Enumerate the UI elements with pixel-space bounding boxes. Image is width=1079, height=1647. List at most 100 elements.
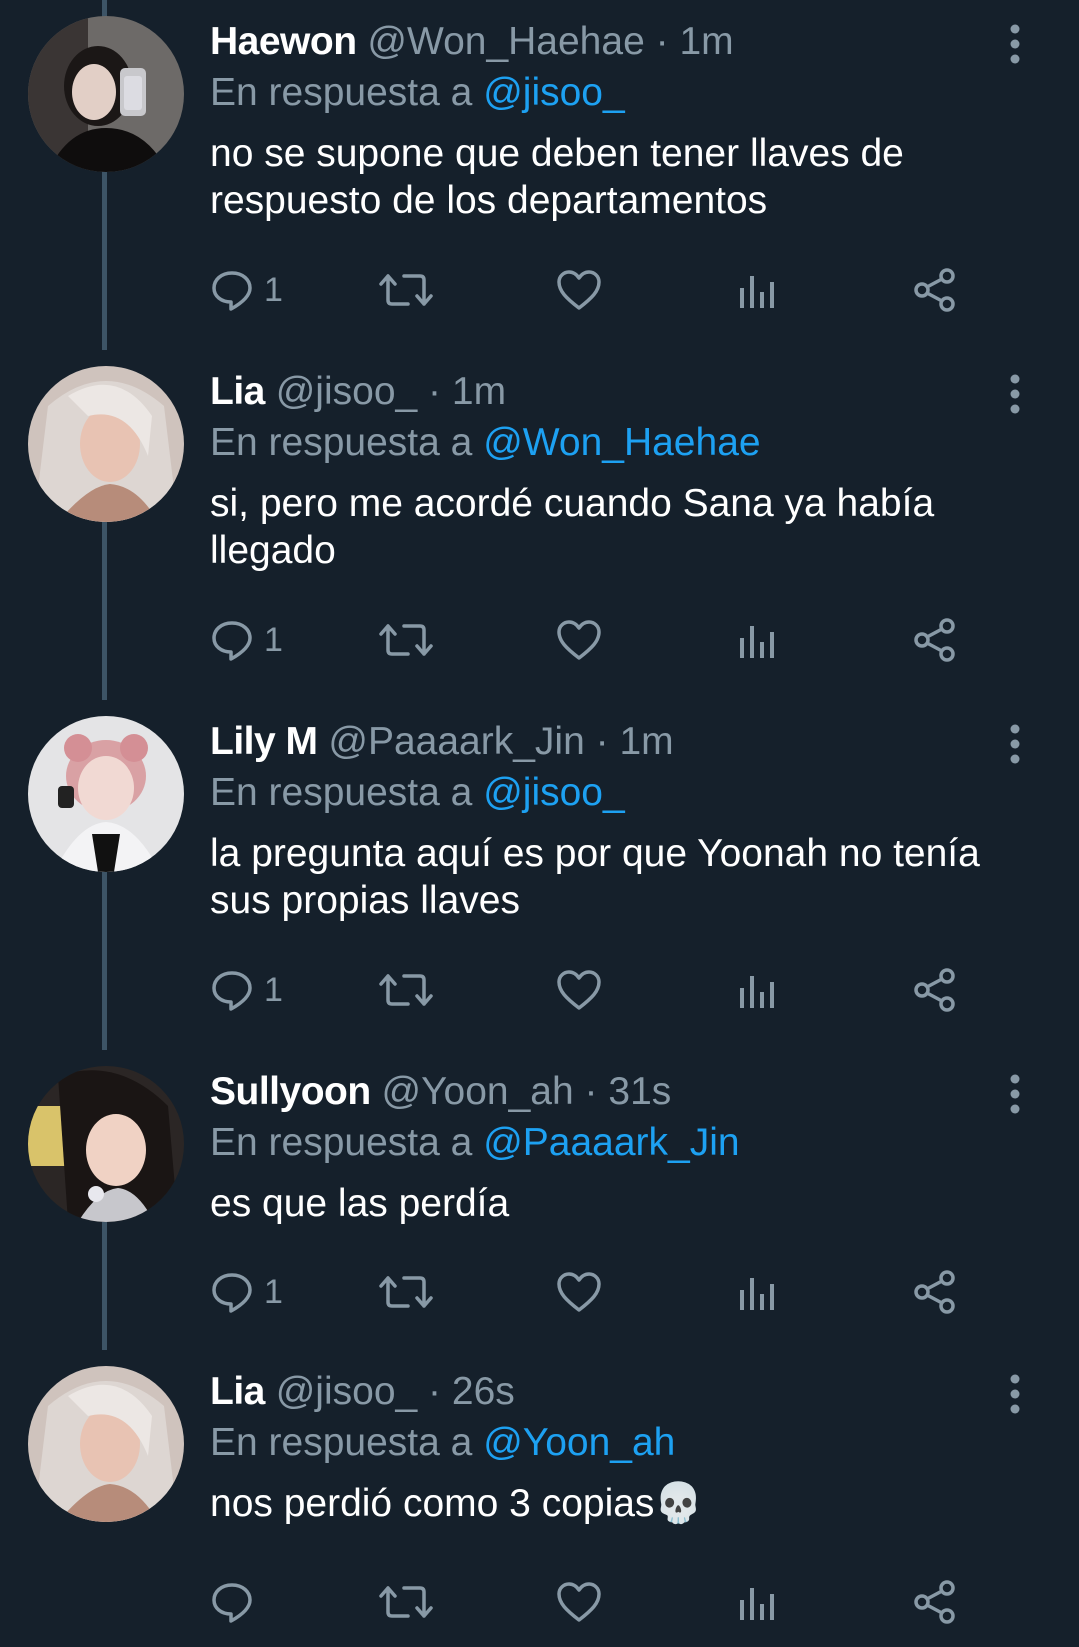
more-options-icon[interactable] — [1000, 22, 1030, 66]
timestamp[interactable]: 1m — [452, 370, 506, 413]
reply-context: En respuesta a @Yoon_ah — [210, 1418, 675, 1468]
reply-mention-link[interactable]: @Won_Haehae — [483, 421, 760, 464]
like-icon — [556, 1270, 602, 1314]
reply-prefix: En respuesta a — [210, 71, 473, 114]
display-name[interactable]: Lily M — [210, 720, 318, 763]
timestamp[interactable]: 1m — [619, 720, 673, 763]
reply-button[interactable] — [210, 1574, 264, 1630]
avatar[interactable] — [28, 1066, 184, 1222]
reply-mention-link[interactable]: @jisoo_ — [483, 71, 625, 114]
share-icon — [912, 268, 958, 312]
reply-context: En respuesta a @Won_Haehae — [210, 418, 761, 468]
reply-mention-link[interactable]: @jisoo_ — [483, 771, 625, 814]
retweet-button[interactable] — [378, 1574, 434, 1630]
display-name[interactable]: Sullyoon — [210, 1070, 371, 1113]
avatar-photo-icon — [28, 366, 184, 522]
retweet-button[interactable] — [378, 1264, 434, 1320]
reply-context: En respuesta a @Paaaark_Jin — [210, 1118, 740, 1168]
like-button[interactable] — [556, 612, 602, 668]
timestamp[interactable]: 1m — [679, 20, 733, 63]
user-handle[interactable]: @Paaaark_Jin — [328, 720, 584, 763]
display-name[interactable]: Haewon — [210, 20, 357, 63]
share-button[interactable] — [912, 1574, 958, 1630]
share-button[interactable] — [912, 612, 958, 668]
user-handle[interactable]: @Won_Haehae — [367, 20, 644, 63]
tweet-actions: 1 — [210, 1264, 1010, 1320]
share-button[interactable] — [912, 962, 958, 1018]
reply-prefix: En respuesta a — [210, 771, 473, 814]
retweet-button[interactable] — [378, 262, 434, 318]
tweet-header: Lia @jisoo_ · 1m — [210, 368, 506, 416]
separator-dot: · — [595, 720, 609, 763]
tweet[interactable]: Sullyoon @Yoon_ah · 31s En respuesta a @… — [0, 1050, 1079, 1400]
reply-prefix: En respuesta a — [210, 1121, 473, 1164]
separator-dot: · — [428, 370, 442, 413]
reply-count: 1 — [264, 1272, 283, 1311]
reply-mention-link[interactable]: @Yoon_ah — [483, 1421, 675, 1464]
reply-count: 1 — [264, 620, 283, 659]
analytics-button[interactable] — [738, 612, 778, 668]
analytics-button[interactable] — [738, 962, 778, 1018]
reply-button[interactable]: 1 — [210, 1264, 283, 1320]
retweet-button[interactable] — [378, 962, 434, 1018]
like-icon — [556, 618, 602, 662]
tweet-header: Lily M @Paaaark_Jin · 1m — [210, 718, 674, 766]
analytics-button[interactable] — [738, 1264, 778, 1320]
tweet-text: si, pero me acordé cuando Sana ya había … — [210, 482, 935, 572]
tweet-actions: 1 — [210, 962, 1010, 1018]
share-icon — [912, 1580, 958, 1624]
avatar[interactable] — [28, 366, 184, 522]
retweet-icon — [378, 618, 434, 662]
separator-dot: · — [655, 20, 669, 63]
avatar[interactable] — [28, 1366, 184, 1522]
retweet-button[interactable] — [378, 612, 434, 668]
reply-context: En respuesta a @jisoo_ — [210, 768, 625, 818]
timestamp[interactable]: 31s — [608, 1070, 671, 1113]
share-icon — [912, 1270, 958, 1314]
share-button[interactable] — [912, 1264, 958, 1320]
user-handle[interactable]: @jisoo_ — [276, 1370, 418, 1413]
user-handle[interactable]: @Yoon_ah — [382, 1070, 574, 1113]
tweet-actions — [210, 1574, 1010, 1630]
reply-button[interactable]: 1 — [210, 262, 283, 318]
avatar[interactable] — [28, 716, 184, 872]
display-name[interactable]: Lia — [210, 370, 265, 413]
tweet[interactable]: Haewon @Won_Haehae · 1m En respuesta a @… — [0, 0, 1079, 350]
display-name[interactable]: Lia — [210, 1370, 265, 1413]
reply-button[interactable]: 1 — [210, 612, 283, 668]
analytics-icon — [738, 968, 778, 1012]
analytics-icon — [738, 1270, 778, 1314]
reply-prefix: En respuesta a — [210, 421, 473, 464]
like-button[interactable] — [556, 262, 602, 318]
timestamp[interactable]: 26s — [452, 1370, 515, 1413]
analytics-icon — [738, 618, 778, 662]
reply-icon — [210, 968, 254, 1012]
analytics-button[interactable] — [738, 1574, 778, 1630]
analytics-button[interactable] — [738, 262, 778, 318]
like-button[interactable] — [556, 1264, 602, 1320]
reply-prefix: En respuesta a — [210, 1421, 473, 1464]
avatar-photo-icon — [28, 16, 184, 172]
reply-button[interactable]: 1 — [210, 962, 283, 1018]
reply-icon — [210, 1270, 254, 1314]
more-options-icon[interactable] — [1000, 1072, 1030, 1116]
tweet-text: nos perdió como 3 copias💀 — [210, 1482, 703, 1525]
tweet[interactable]: Lily M @Paaaark_Jin · 1m En respuesta a … — [0, 700, 1079, 1050]
more-options-icon[interactable] — [1000, 1372, 1030, 1416]
more-options-icon[interactable] — [1000, 722, 1030, 766]
like-button[interactable] — [556, 962, 602, 1018]
user-handle[interactable]: @jisoo_ — [276, 370, 418, 413]
more-options-icon[interactable] — [1000, 372, 1030, 416]
reply-icon — [210, 1580, 254, 1624]
analytics-icon — [738, 1580, 778, 1624]
avatar[interactable] — [28, 16, 184, 172]
share-button[interactable] — [912, 262, 958, 318]
reply-mention-link[interactable]: @Paaaark_Jin — [483, 1121, 739, 1164]
like-icon — [556, 1580, 602, 1624]
reply-count: 1 — [264, 970, 283, 1009]
tweet[interactable]: Lia @jisoo_ · 26s En respuesta a @Yoon_a… — [0, 1350, 1079, 1647]
retweet-icon — [378, 268, 434, 312]
like-button[interactable] — [556, 1574, 602, 1630]
avatar-photo-icon — [28, 716, 184, 872]
tweet[interactable]: Lia @jisoo_ · 1m En respuesta a @Won_Hae… — [0, 350, 1079, 700]
